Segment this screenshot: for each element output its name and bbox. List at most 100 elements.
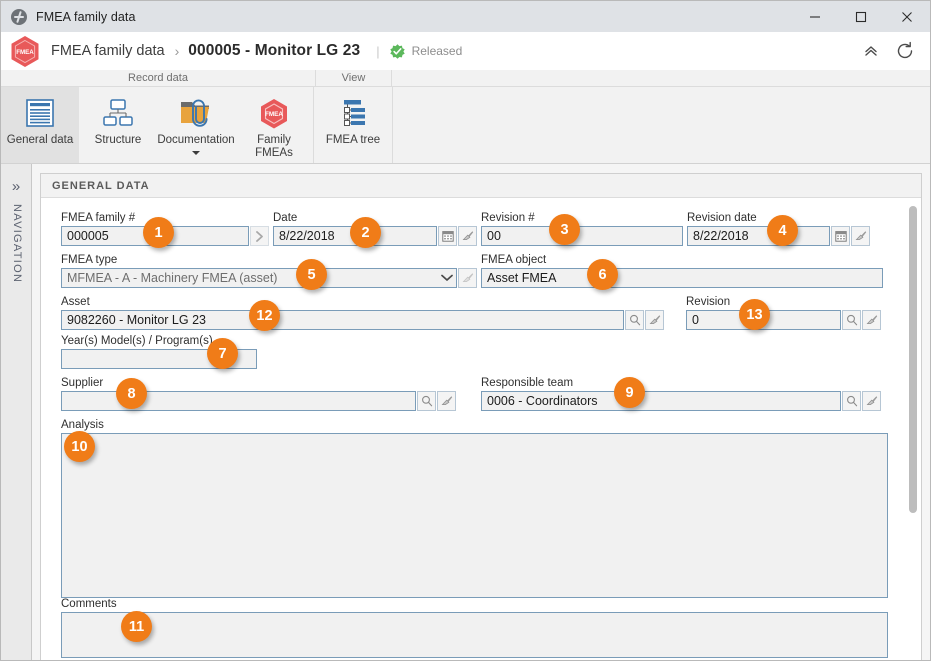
field-label: Revision # — [481, 212, 535, 224]
ribbon-group-label-empty — [392, 70, 930, 86]
callout-badge-9: 9 — [614, 377, 645, 408]
ribbon-button-fmea-tree[interactable]: FMEA tree — [314, 87, 392, 163]
field-comments: Comments — [61, 598, 888, 658]
ribbon-group-record-data: General data Structure Documentation FME… — [1, 87, 314, 163]
clear-brush-icon[interactable] — [437, 391, 456, 411]
scrollbar-thumb[interactable] — [909, 206, 917, 513]
navigation-label: NAVIGATION — [11, 204, 23, 284]
fmea-type-select[interactable]: MFMEA - A - Machinery FMEA (asset) — [61, 268, 457, 288]
ribbon-button-documentation[interactable]: Documentation — [157, 87, 235, 163]
document-lines-icon — [23, 94, 57, 132]
clear-brush-icon[interactable] — [458, 226, 477, 246]
field-responsible-team: Responsible team 0006 - Coordinators — [481, 377, 881, 411]
field-fmea-type: FMEA type MFMEA - A - Machinery FMEA (as… — [61, 254, 477, 288]
search-icon[interactable] — [842, 310, 861, 330]
search-icon[interactable] — [625, 310, 644, 330]
callout-badge-3: 3 — [549, 214, 580, 245]
callout-badge-2: 2 — [350, 217, 381, 248]
close-button[interactable] — [884, 1, 930, 32]
field-analysis: Analysis — [61, 419, 888, 598]
field-label: Comments — [61, 598, 117, 610]
status-text: Released — [411, 44, 463, 58]
ribbon-button-general-data[interactable]: General data — [1, 87, 79, 163]
callout-badge-5: 5 — [296, 259, 327, 290]
field-label: Asset — [61, 296, 90, 308]
released-check-icon — [389, 43, 405, 59]
ribbon-group-label-view: View — [316, 70, 392, 86]
analysis-textarea[interactable] — [61, 433, 888, 598]
field-label: Responsible team — [481, 377, 574, 389]
calendar-icon[interactable] — [438, 226, 457, 246]
window-controls — [792, 1, 930, 32]
field-asset: Asset 9082260 - Monitor LG 23 — [61, 296, 664, 330]
title-bar: FMEA family data — [1, 1, 930, 32]
callout-badge-10: 10 — [64, 431, 95, 462]
window-title: FMEA family data — [36, 9, 136, 24]
double-chevron-right-icon[interactable]: » — [1, 179, 31, 194]
clear-brush-icon[interactable] — [862, 310, 881, 330]
ribbon-button-family-fmeas[interactable]: FMEA Family FMEAs — [235, 87, 313, 163]
clear-brush-icon[interactable] — [851, 226, 870, 246]
callout-badge-12: 12 — [249, 300, 280, 331]
callout-badge-4: 4 — [767, 215, 798, 246]
callout-badge-8: 8 — [116, 378, 147, 409]
status-badge: Released — [389, 43, 463, 59]
fmea-hexagon-icon: FMEA — [257, 94, 291, 132]
field-label: FMEA object — [481, 254, 547, 266]
revision-date-input[interactable]: 8/22/2018 — [687, 226, 830, 246]
general-data-panel: GENERAL DATA FMEA family # 000005 Date 8… — [40, 173, 922, 660]
chevron-down-icon[interactable] — [437, 268, 456, 288]
header-bar: FMEA FMEA family data › 000005 - Monitor… — [1, 32, 930, 70]
field-revision: Revision 0 — [686, 296, 881, 330]
vertical-scrollbar[interactable] — [906, 199, 920, 660]
folder-paperclip-icon — [178, 94, 214, 132]
search-icon[interactable] — [417, 391, 436, 411]
header-divider: | — [376, 43, 380, 59]
refresh-icon[interactable] — [892, 38, 918, 64]
ribbon-group-label-record-data: Record data — [1, 70, 316, 86]
asset-input[interactable]: 9082260 - Monitor LG 23 — [61, 310, 624, 330]
ribbon-group-labels: Record data View — [1, 70, 930, 87]
field-fmea-object: FMEA object Asset FMEA — [481, 254, 883, 288]
ribbon-button-label: Family FMEAs — [255, 134, 293, 159]
navigation-rail[interactable]: » NAVIGATION — [1, 164, 32, 660]
clear-brush-icon[interactable] — [645, 310, 664, 330]
panel-header: GENERAL DATA — [41, 174, 921, 198]
ribbon-group-view: FMEA tree — [314, 87, 393, 163]
comments-textarea[interactable] — [61, 612, 888, 658]
supplier-input[interactable] — [61, 391, 416, 411]
minimize-button[interactable] — [792, 1, 838, 32]
ribbon-buttons: General data Structure Documentation FME… — [1, 87, 930, 163]
panel-title: GENERAL DATA — [52, 179, 150, 192]
application-window: FMEA family data FMEA FMEA family data ›… — [0, 0, 931, 661]
tree-list-icon — [336, 94, 370, 132]
fmea-hexagon-logo-icon: FMEA — [10, 35, 40, 68]
globe-icon — [11, 8, 27, 25]
field-revision-number: Revision # 00 — [481, 212, 683, 246]
svg-text:FMEA: FMEA — [16, 49, 34, 56]
hierarchy-icon — [101, 94, 135, 132]
chevron-down-icon[interactable] — [192, 151, 200, 155]
breadcrumb-app-name[interactable]: FMEA family data — [51, 43, 165, 59]
callout-badge-11: 11 — [121, 611, 152, 642]
callout-badge-6: 6 — [587, 259, 618, 290]
ribbon-button-label: FMEA tree — [325, 134, 381, 146]
general-data-form: FMEA family # 000005 Date 8/22/2018 Revi… — [41, 198, 921, 660]
search-icon[interactable] — [842, 391, 861, 411]
field-label: FMEA type — [61, 254, 118, 266]
revision-number-input[interactable]: 00 — [481, 226, 683, 246]
ribbon-button-label: Structure — [94, 134, 142, 146]
ribbon-button-structure[interactable]: Structure — [79, 87, 157, 163]
chevron-right-icon[interactable] — [250, 226, 269, 246]
maximize-button[interactable] — [838, 1, 884, 32]
clear-brush-icon[interactable] — [862, 391, 881, 411]
breadcrumb-record-title: 000005 - Monitor LG 23 — [188, 42, 361, 59]
callout-badge-7: 7 — [207, 338, 238, 369]
fmea-object-input[interactable]: Asset FMEA — [481, 268, 883, 288]
double-chevron-up-icon[interactable] — [858, 38, 884, 64]
responsible-team-input[interactable]: 0006 - Coordinators — [481, 391, 841, 411]
callout-badge-13: 13 — [739, 299, 770, 330]
ribbon-button-label: General data — [6, 134, 74, 146]
clear-brush-icon[interactable] — [458, 268, 477, 288]
calendar-icon[interactable] — [831, 226, 850, 246]
